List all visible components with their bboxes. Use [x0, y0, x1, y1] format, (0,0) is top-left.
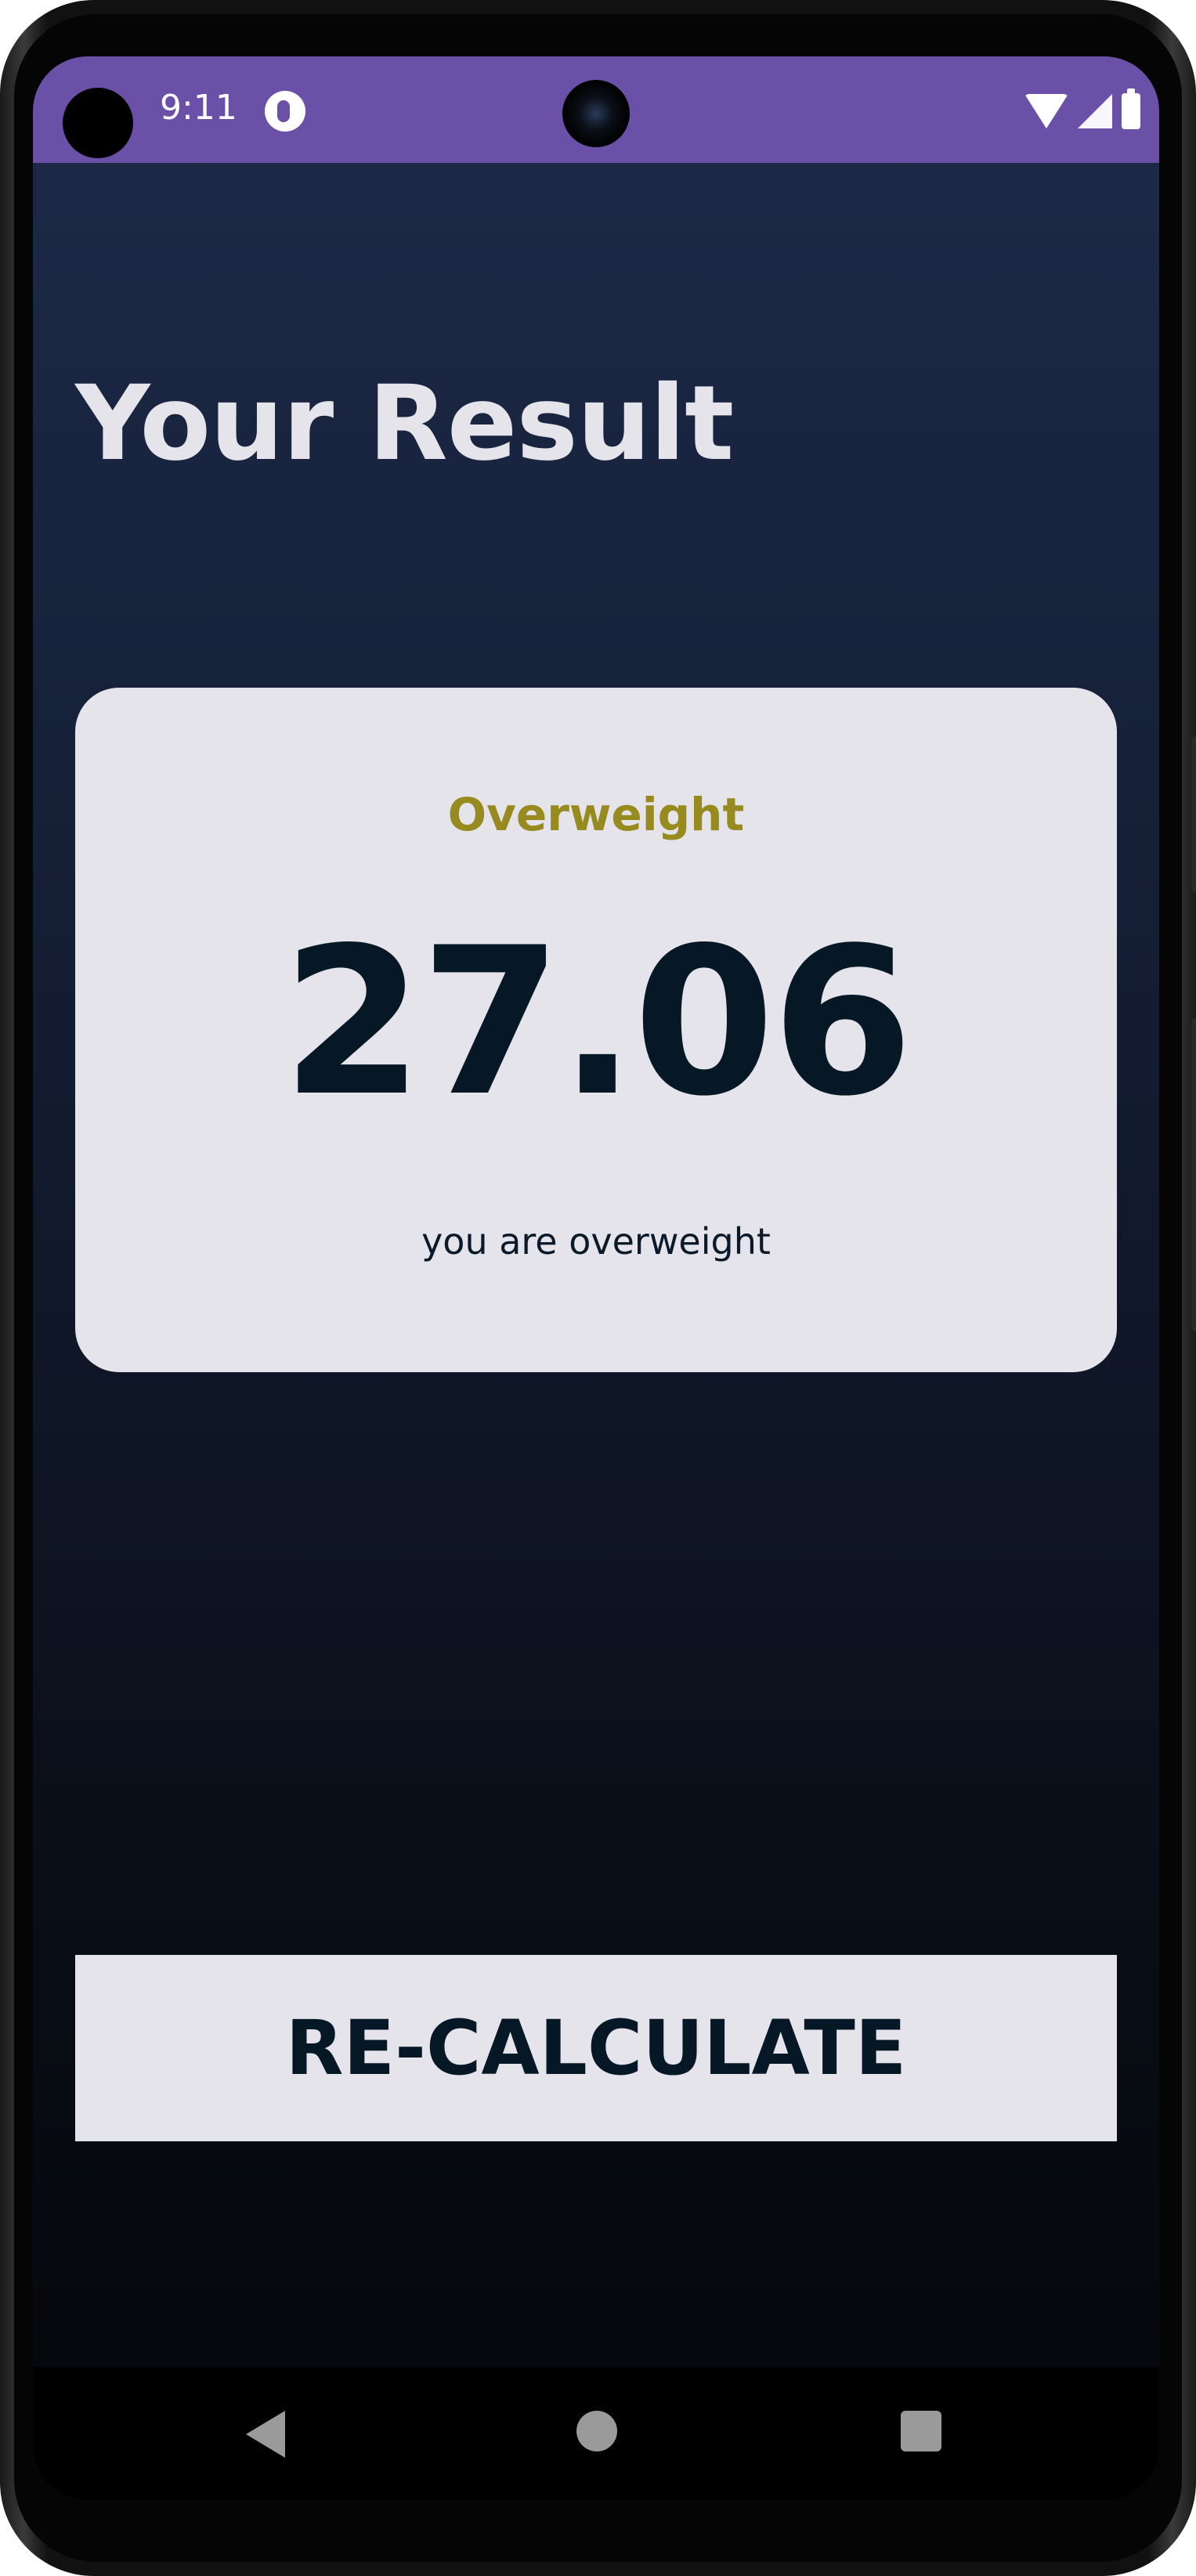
home-icon[interactable]: [576, 2411, 617, 2451]
recents-icon[interactable]: [901, 2411, 941, 2451]
power-button: [1191, 1018, 1196, 1331]
phone-frame: 9:11 Your Result Overweight 27.06 you ar…: [0, 0, 1196, 2576]
front-camera-left-icon: [63, 88, 133, 158]
status-time: 9:11: [160, 88, 237, 128]
status-icons: [1024, 89, 1140, 133]
back-icon[interactable]: [246, 2411, 285, 2458]
status-bar: 9:11: [33, 56, 1159, 163]
result-card: Overweight 27.06 you are overweight: [75, 688, 1117, 1372]
wifi-icon: [1024, 94, 1068, 128]
result-message: you are overweight: [421, 1220, 771, 1263]
result-status: Overweight: [447, 788, 745, 841]
app-screen: 9:11 Your Result Overweight 27.06 you ar…: [33, 56, 1159, 2500]
page-title: Your Result: [75, 363, 734, 484]
volume-button: [1191, 736, 1196, 893]
navigation-bar: [33, 2367, 1159, 2500]
signal-icon: [1078, 94, 1112, 128]
battery-icon: [1122, 89, 1140, 129]
front-camera-icon: [562, 80, 630, 147]
app-notification-icon: [265, 91, 305, 132]
bmi-value: 27.06: [281, 905, 913, 1141]
recalculate-button[interactable]: RE-CALCULATE: [75, 1955, 1117, 2141]
